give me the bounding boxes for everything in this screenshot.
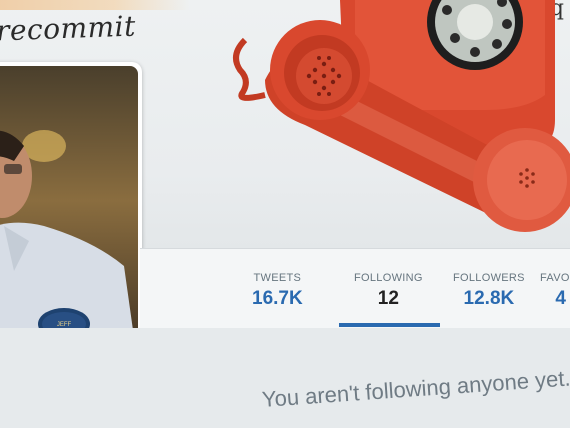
tab-tweets-label: TWEETS	[253, 272, 302, 284]
tab-followers-count: 12.8K	[463, 288, 515, 309]
banner-accent	[0, 0, 190, 10]
active-tab-indicator	[339, 323, 440, 327]
profile-avatar[interactable]: JEFF	[0, 62, 142, 370]
telephone-illustration	[233, 0, 570, 232]
tab-favorites-label: FAVORI	[540, 272, 570, 284]
tab-following-label: FOLLOWING	[354, 272, 423, 284]
tab-favorites-count: 4	[555, 288, 566, 309]
tab-tweets[interactable]: TWEETS 16.7K	[252, 272, 303, 310]
tab-followers-label: FOLLOWERS	[453, 272, 525, 284]
profile-nav-bar: TWEETS 16.7K FOLLOWING 12 FOLLOWERS 12.8…	[140, 248, 570, 329]
tab-followers[interactable]: FOLLOWERS 12.8K	[453, 272, 525, 310]
tab-following-count: 12	[377, 288, 399, 309]
tab-favorites[interactable]: FAVORI 4	[540, 272, 570, 310]
avatar-photo: JEFF	[0, 66, 138, 366]
avatar-icon: JEFF	[0, 66, 138, 366]
brand-text: recommit	[0, 9, 137, 48]
tab-following[interactable]: FOLLOWING 12	[354, 272, 423, 310]
tab-tweets-count: 16.7K	[252, 288, 303, 309]
